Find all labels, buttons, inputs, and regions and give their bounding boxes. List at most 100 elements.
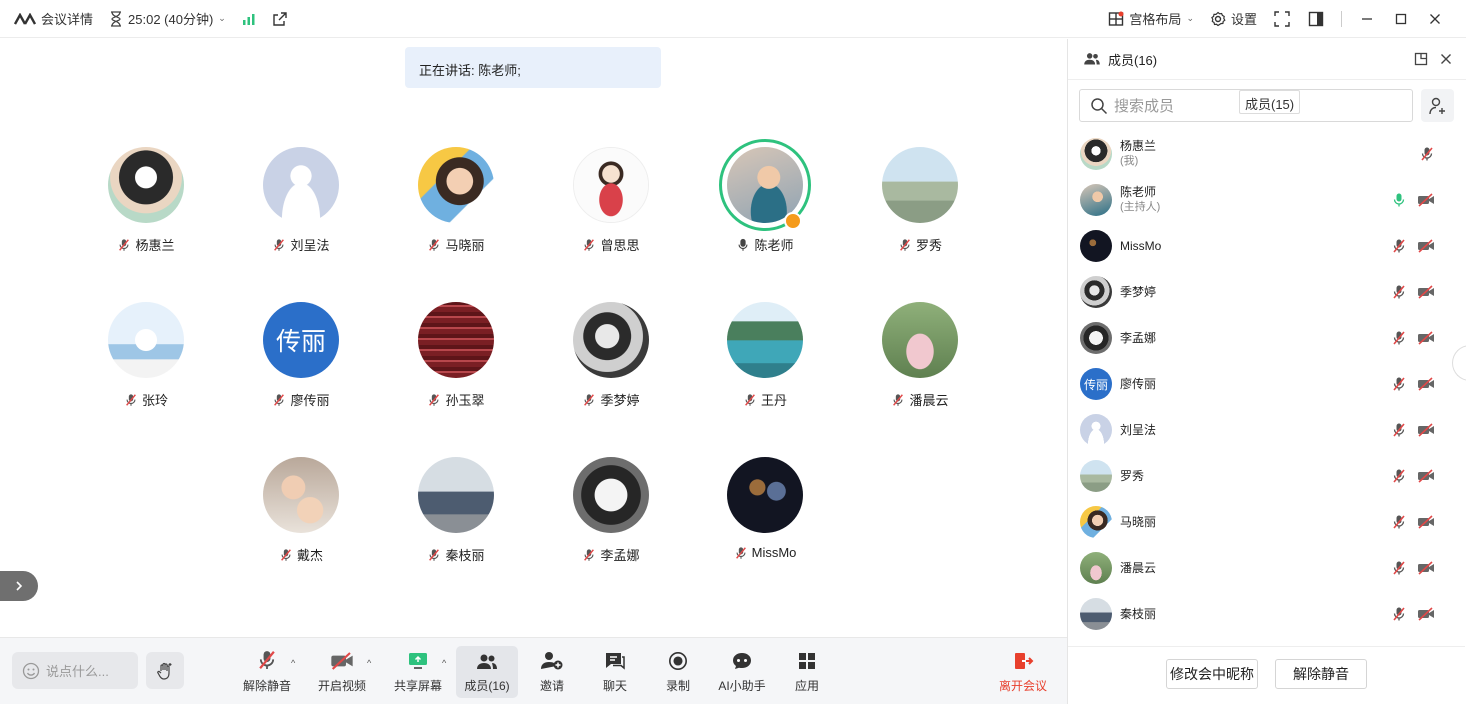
participant-name: 刘呈法	[290, 238, 330, 253]
camera-off-icon[interactable]	[1417, 423, 1435, 437]
participant-tile[interactable]: 王丹	[700, 302, 830, 409]
participant-tile[interactable]: 李孟娜	[546, 457, 676, 564]
member-row[interactable]: 季梦婷	[1068, 269, 1465, 315]
participant-tile[interactable]: 传丽 廖传丽	[236, 302, 366, 409]
mic-muted-icon[interactable]	[1391, 468, 1407, 484]
participant-tile[interactable]: 季梦婷	[546, 302, 676, 409]
record-button[interactable]: 录制	[656, 646, 700, 698]
popout-panel-icon[interactable]	[1414, 52, 1428, 66]
fullscreen-button[interactable]	[1273, 10, 1291, 28]
network-signal[interactable]	[242, 13, 256, 25]
participant-tile[interactable]: MissMo	[700, 457, 830, 560]
minimize-icon	[1362, 17, 1372, 20]
leave-meeting-button[interactable]: 离开会议	[993, 646, 1053, 698]
mic-on-icon[interactable]	[1391, 192, 1407, 208]
ai-label: AI小助手	[718, 679, 766, 693]
layout-button[interactable]: 宫格布局 ⌄	[1108, 9, 1194, 28]
participant-tile[interactable]: 刘呈法	[236, 147, 366, 254]
camera-off-icon[interactable]	[1417, 469, 1435, 483]
mic-muted-icon[interactable]	[1391, 606, 1407, 622]
toggle-sidebar-button[interactable]	[1307, 10, 1325, 28]
participant-name: 陈老师	[754, 238, 794, 253]
ai-assistant-button[interactable]: AI小助手	[714, 646, 770, 698]
maximize-button[interactable]	[1392, 10, 1410, 28]
apps-label: 应用	[794, 679, 819, 693]
apps-button[interactable]: 应用	[785, 646, 829, 698]
member-row[interactable]: 李孟娜	[1068, 315, 1465, 361]
mic-muted-icon[interactable]	[1419, 146, 1435, 162]
raise-hand-button[interactable]	[146, 652, 184, 689]
mic-muted-icon	[256, 649, 278, 671]
member-row[interactable]: MissMo	[1068, 223, 1465, 269]
minimize-button[interactable]	[1358, 10, 1376, 28]
chevron-up-icon[interactable]: ^	[442, 658, 446, 668]
avatar	[1080, 598, 1112, 630]
mic-muted-icon[interactable]	[1391, 330, 1407, 346]
chevron-up-icon[interactable]: ^	[367, 658, 371, 668]
participant-tile[interactable]: 张玲	[81, 302, 211, 409]
mic-muted-icon[interactable]	[1391, 560, 1407, 576]
start-video-button[interactable]: 开启视频	[315, 646, 369, 698]
camera-off-icon[interactable]	[1417, 239, 1435, 253]
participant-tile[interactable]: 戴杰	[236, 457, 366, 564]
camera-off-icon[interactable]	[1417, 377, 1435, 391]
close-window-button[interactable]	[1426, 10, 1444, 28]
member-row[interactable]: 马晓丽	[1068, 499, 1465, 545]
share-screen-icon	[409, 653, 427, 669]
member-row[interactable]: 杨惠兰 (我)	[1068, 131, 1465, 177]
title-bar: 会议详情 25:02 (40分钟) ⌄ 宫格布局 ⌄ 设置	[0, 0, 1466, 38]
rename-button[interactable]: 修改会中昵称	[1166, 659, 1258, 689]
mic-muted-icon[interactable]	[1391, 238, 1407, 254]
camera-off-icon[interactable]	[1417, 515, 1435, 529]
camera-off-icon[interactable]	[1417, 331, 1435, 345]
member-row[interactable]: 秦枝丽	[1068, 591, 1465, 637]
camera-off-icon[interactable]	[1417, 193, 1435, 207]
participant-tile-speaking[interactable]: 陈老师	[700, 139, 830, 254]
members-button[interactable]: 成员(16)	[456, 646, 518, 698]
sidebar-panel-icon	[1308, 11, 1324, 26]
camera-off-icon[interactable]	[1417, 607, 1435, 621]
camera-off-icon[interactable]	[1417, 561, 1435, 575]
member-row[interactable]: 刘呈法	[1068, 407, 1465, 453]
invite-button[interactable]: 邀请	[530, 646, 574, 698]
chat-button[interactable]: 聊天	[593, 646, 637, 698]
avatar: 传丽	[1080, 368, 1112, 400]
member-row[interactable]: 潘晨云	[1068, 545, 1465, 591]
avatar-speaking	[719, 139, 811, 231]
participant-tile[interactable]: 马晓丽	[391, 147, 521, 254]
mic-muted-icon[interactable]	[1391, 284, 1407, 300]
participant-tile[interactable]: 曾思思	[546, 147, 676, 254]
participant-tile[interactable]: 杨惠兰	[81, 147, 211, 254]
close-icon[interactable]	[1440, 53, 1452, 65]
participant-tile[interactable]: 秦枝丽	[391, 457, 521, 564]
member-row[interactable]: 罗秀	[1068, 453, 1465, 499]
mic-muted-icon[interactable]	[1391, 376, 1407, 392]
mic-muted-icon	[124, 393, 138, 407]
member-name: MissMo	[1120, 238, 1162, 253]
unmute-all-button[interactable]: 解除静音	[1275, 659, 1367, 689]
expand-left-button[interactable]	[0, 571, 38, 601]
settings-button[interactable]: 设置	[1210, 9, 1257, 28]
avatar	[1080, 460, 1112, 492]
participant-tile[interactable]: 罗秀	[855, 147, 985, 254]
member-row[interactable]: 陈老师 (主持人)	[1068, 177, 1465, 223]
chevron-up-icon[interactable]: ^	[291, 658, 295, 668]
member-name: 季梦婷	[1120, 284, 1157, 299]
meeting-details-button[interactable]: 会议详情	[14, 9, 93, 28]
meeting-details-label: 会议详情	[41, 12, 94, 27]
quick-chat-input[interactable]: 说点什么...	[12, 652, 138, 689]
unmute-button[interactable]: 解除静音	[240, 646, 294, 698]
popout-button[interactable]	[272, 11, 288, 27]
meeting-timer[interactable]: 25:02 (40分钟) ⌄	[109, 9, 226, 28]
camera-off-icon[interactable]	[1417, 285, 1435, 299]
mic-muted-icon[interactable]	[1391, 422, 1407, 438]
participant-tile[interactable]: 潘晨云	[855, 302, 985, 409]
share-screen-button[interactable]: 共享屏幕	[391, 646, 445, 698]
add-member-button[interactable]	[1421, 89, 1454, 122]
participant-tile[interactable]: 孙玉翠	[391, 302, 521, 409]
mic-muted-icon[interactable]	[1391, 514, 1407, 530]
member-role: (我)	[1120, 155, 1139, 167]
member-row[interactable]: 传丽 廖传丽	[1068, 361, 1465, 407]
avatar	[1080, 138, 1112, 170]
avatar: 传丽	[263, 302, 339, 378]
